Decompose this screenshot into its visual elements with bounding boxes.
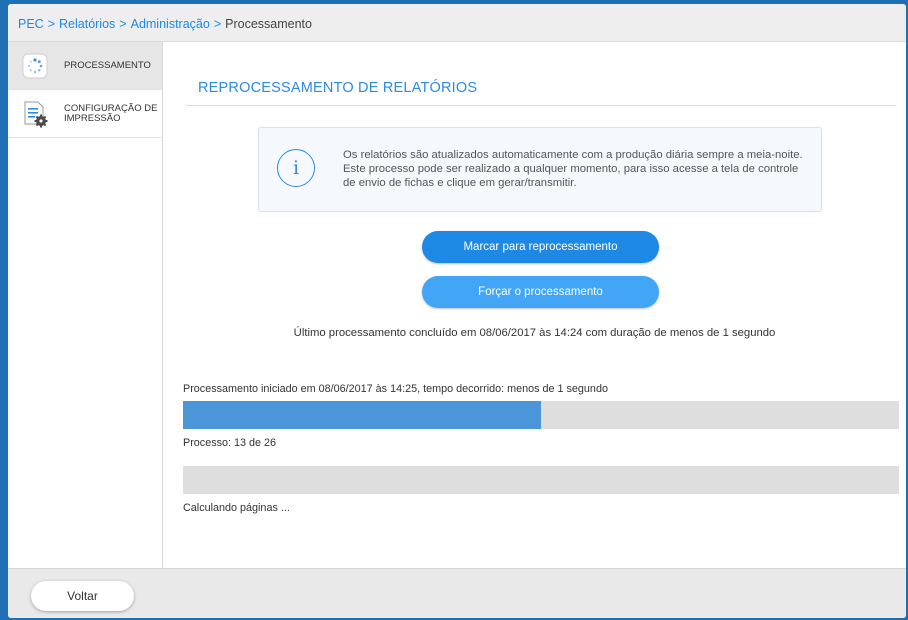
loading-spinner-icon bbox=[20, 51, 50, 81]
page-progress-bar bbox=[183, 466, 899, 494]
breadcrumb-separator: > bbox=[119, 17, 127, 31]
main-content: Reprocessamento de relatórios i Os relat… bbox=[163, 42, 906, 568]
breadcrumb-relatorios[interactable]: Relatórios bbox=[59, 17, 115, 31]
processing-started-text: Processamento iniciado em 08/06/2017 às … bbox=[183, 383, 608, 395]
process-count: Processo: 13 de 26 bbox=[183, 437, 277, 449]
app-window: PEC > Relatórios > Administração > Processamen… bbox=[8, 4, 906, 618]
breadcrumb-separator: > bbox=[47, 17, 56, 31]
breadcrumb-administracao[interactable]: Administração bbox=[131, 17, 210, 31]
mark-reprocess-button[interactable]: Marcar para reprocessamento bbox=[422, 231, 659, 263]
sidebar-item-processamento[interactable]: Processamento bbox=[8, 42, 162, 90]
sidebar-item-configuracao-impressao[interactable]: Configuração de impressão bbox=[8, 90, 162, 138]
info-text: Os relatórios são atualizados automatica… bbox=[343, 149, 803, 189]
page-title: Reprocessamento de relatórios bbox=[198, 80, 478, 96]
last-processing-status: Último processamento concluído em 08/06/… bbox=[293, 327, 776, 339]
back-button[interactable]: Voltar bbox=[31, 581, 134, 611]
info-panel: i Os relatórios são atualizados automati… bbox=[258, 127, 822, 212]
sidebar-item-label: Configuração de impressão bbox=[64, 103, 158, 124]
sidebar: Processamento bbox=[8, 42, 163, 568]
info-icon: i bbox=[277, 149, 315, 187]
sidebar-item-label: Processamento bbox=[64, 60, 151, 71]
title-divider bbox=[186, 105, 896, 106]
force-process-button[interactable]: Forçar o processamento bbox=[422, 276, 659, 308]
breadcrumb-current: Processamento bbox=[225, 17, 312, 31]
progress-bar-fill bbox=[183, 401, 541, 429]
breadcrumb-pec[interactable]: PEC bbox=[18, 17, 44, 31]
calculating-pages-text: Calculando páginas ... bbox=[183, 502, 290, 514]
footer-bar: Voltar bbox=[8, 568, 906, 618]
breadcrumb: PEC > Relatórios > Administração > Processamen… bbox=[8, 4, 906, 42]
document-gear-icon bbox=[20, 99, 50, 129]
progress-bar bbox=[183, 401, 899, 429]
breadcrumb-separator: > bbox=[213, 17, 222, 31]
